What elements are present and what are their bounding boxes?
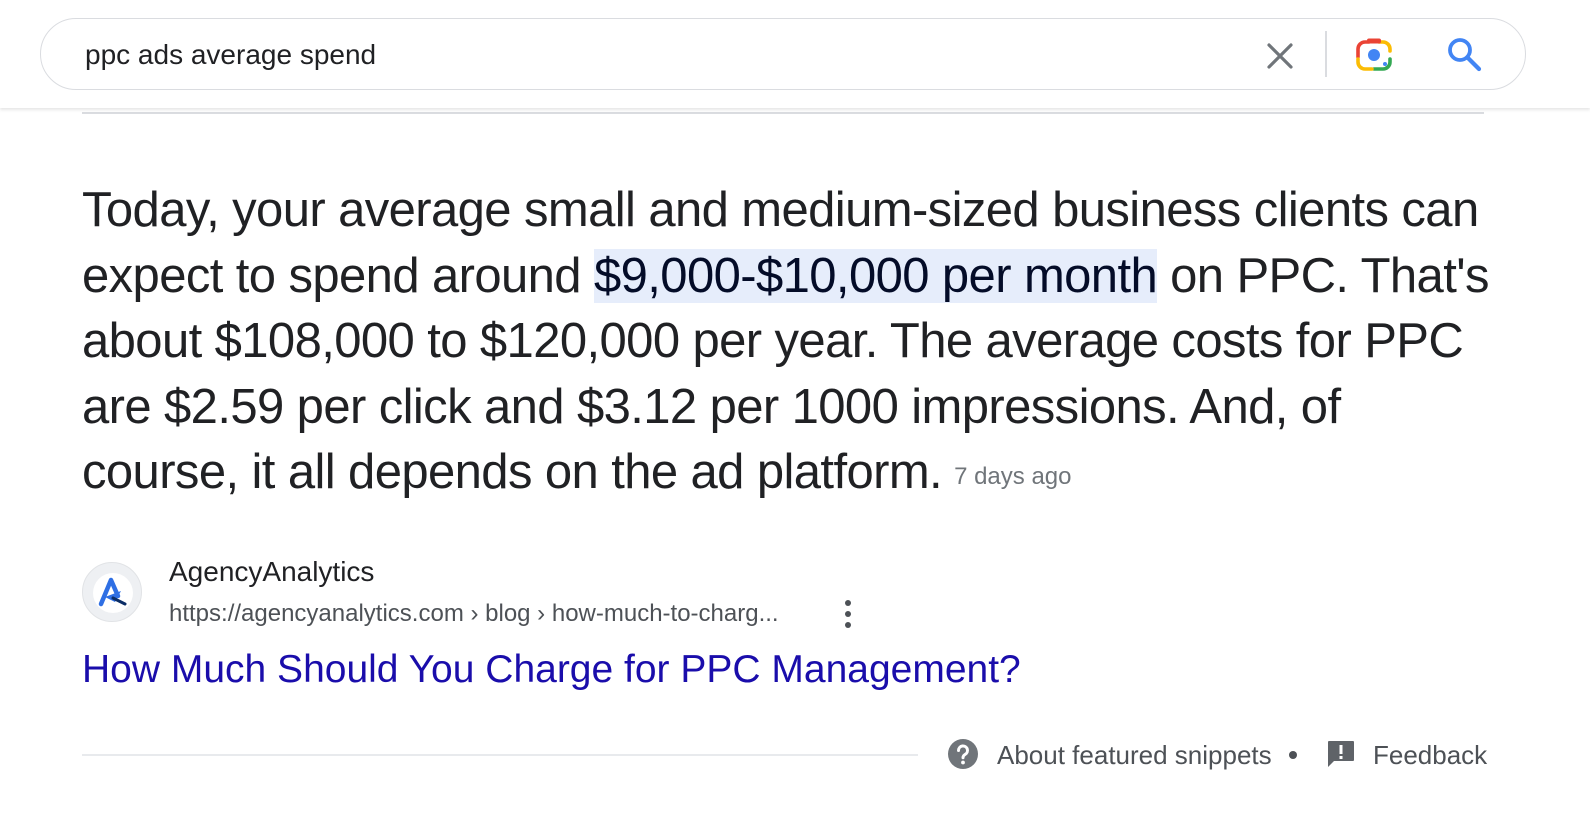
help-circle-icon[interactable] <box>947 738 979 770</box>
search-icon[interactable] <box>1444 34 1484 74</box>
agencyanalytics-logo[interactable] <box>82 562 142 622</box>
search-header: ppc ads average spend <box>0 0 1590 108</box>
search-box-divider <box>1325 31 1327 77</box>
snippet-date: 7 days ago <box>954 463 1072 490</box>
feedback-icon[interactable] <box>1325 738 1357 770</box>
more-vert-icon[interactable] <box>836 598 860 630</box>
search-input[interactable]: ppc ads average spend <box>85 39 376 71</box>
result-title-link[interactable]: How Much Should You Charge for PPC Manag… <box>82 648 1021 692</box>
featured-snippet-text: Today, your average small and medium-siz… <box>82 178 1492 510</box>
google-lens-icon[interactable] <box>1354 35 1394 75</box>
search-box[interactable]: ppc ads average spend <box>40 18 1526 90</box>
agencyanalytics-logo-mark <box>93 573 133 613</box>
snippet-highlight: $9,000-$10,000 per month <box>593 248 1158 303</box>
feedback-link[interactable]: Feedback <box>1373 740 1487 770</box>
footer-separator-dot <box>1289 751 1297 759</box>
section-divider <box>82 112 1484 114</box>
footer-divider <box>82 754 918 756</box>
search-results-page: ppc ads average spend Today, your averag… <box>0 0 1590 834</box>
source-url[interactable]: https://agencyanalytics.com › blog › how… <box>169 600 779 628</box>
about-featured-snippets-link[interactable]: About featured snippets <box>997 740 1272 770</box>
source-site-name[interactable]: AgencyAnalytics <box>169 556 374 588</box>
close-icon[interactable] <box>1263 39 1297 73</box>
